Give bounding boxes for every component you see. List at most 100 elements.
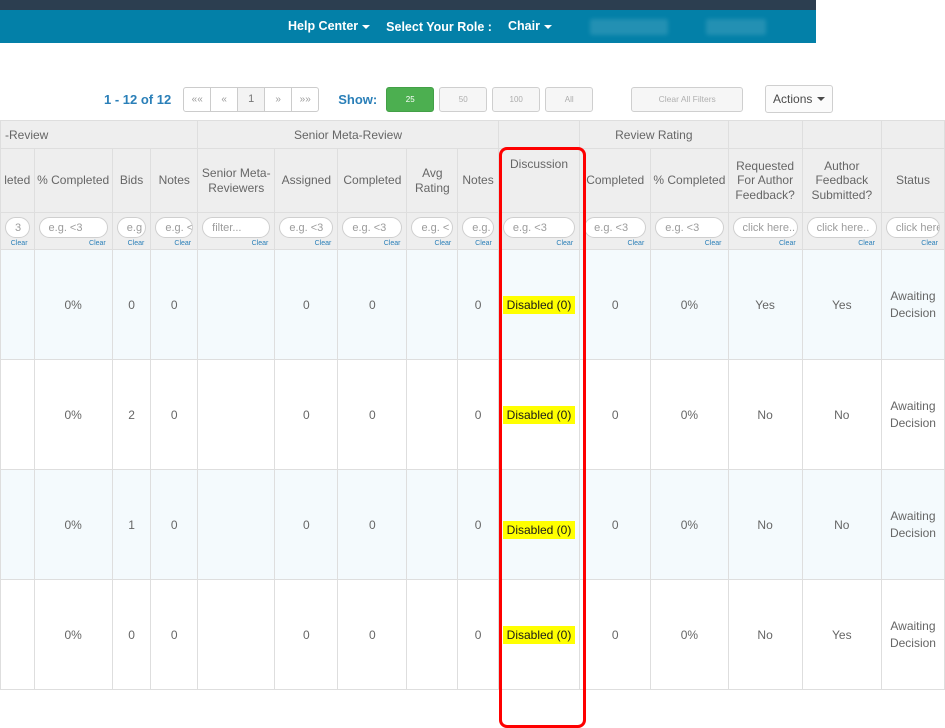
cell-requested-for-author-feedback[interactable]: Yes <box>727 249 803 360</box>
cell-completed-truncated <box>0 359 35 470</box>
pager-first-button[interactable]: «« <box>183 86 212 112</box>
column-header-percent-completed-rating[interactable]: % Completed <box>650 148 729 213</box>
cell-percent-completed-review: 0% <box>33 249 113 360</box>
column-header-completed-rating[interactable]: Completed <box>579 148 652 213</box>
table-row[interactable]: 0% 2 0 0 0 0 Disabled (0) 0 0% No No Awa… <box>0 359 945 470</box>
filter-input-completed-rating[interactable]: e.g. <3 <box>584 217 647 238</box>
filter-input-notes-smr[interactable]: e.g. < <box>462 217 494 238</box>
column-header-discussion[interactable]: Discussion <box>497 148 581 213</box>
redacted-nav-item-1[interactable] <box>589 18 668 35</box>
cell-requested-for-author-feedback[interactable]: No <box>727 469 803 580</box>
filter-input-percent-completed-rating[interactable]: e.g. <3 <box>655 217 724 238</box>
filter-clear-completed-truncated[interactable]: Clear <box>5 240 30 247</box>
cell-assigned[interactable]: 0 <box>274 579 339 690</box>
column-header-assigned[interactable]: Assigned <box>274 148 339 213</box>
table-row[interactable]: 0% 0 0 0 0 0 Disabled (0) 0 0% No Yes Aw… <box>0 579 945 690</box>
filter-input-assigned[interactable]: e.g. <3 <box>279 217 334 238</box>
filter-clear-author-feedback-submitted[interactable]: Clear <box>807 240 877 247</box>
cell-notes-smr[interactable]: 0 <box>457 579 499 690</box>
cell-notes-smr[interactable]: 0 <box>457 249 499 360</box>
column-header-status[interactable]: Status <box>880 148 945 213</box>
help-center-menu[interactable]: Help Center <box>288 20 371 33</box>
filter-clear-percent-completed-rating[interactable]: Clear <box>655 240 723 247</box>
cell-notes-review[interactable]: 0 <box>150 469 199 580</box>
record-count: 1 - 12 of 12 <box>104 91 172 107</box>
filter-clear-notes-smr[interactable]: Clear <box>462 240 494 247</box>
filter-input-bids[interactable]: e.g <box>116 217 147 238</box>
pagination: «« « 1 » »» <box>183 86 320 112</box>
filter-cell-requested-for-author-feedback: click here.. Clear <box>727 212 803 250</box>
filter-clear-status[interactable]: Clear <box>886 240 940 247</box>
filter-clear-completed-smr[interactable]: Clear <box>342 240 402 247</box>
clear-all-filters-button[interactable]: Clear All Filters <box>631 86 744 112</box>
filter-input-completed-truncated[interactable]: 3 <box>5 217 30 238</box>
cell-notes-review[interactable]: 0 <box>150 579 199 690</box>
cell-requested-for-author-feedback[interactable]: No <box>727 579 803 690</box>
cell-notes-smr[interactable]: 0 <box>457 469 499 580</box>
cell-status[interactable]: Awaiting Decision <box>880 579 945 690</box>
filter-row: 3 Clear e.g. <3 Clear e.g Clear e.g. < C… <box>0 212 945 250</box>
cell-notes-review[interactable]: 0 <box>150 249 199 360</box>
cell-assigned[interactable]: 0 <box>274 249 339 360</box>
cell-senior-meta-reviewers <box>197 579 276 690</box>
filter-input-senior-meta-reviewers[interactable]: filter... <box>202 217 271 238</box>
pager-last-button[interactable]: »» <box>291 86 320 112</box>
cell-assigned[interactable]: 0 <box>274 359 339 470</box>
show-label: Show: <box>338 91 378 107</box>
redacted-nav-item-2[interactable] <box>705 18 766 35</box>
filter-clear-completed-rating[interactable]: Clear <box>584 240 646 247</box>
filter-input-requested-for-author-feedback[interactable]: click here.. <box>732 217 798 238</box>
filter-input-avg-rating[interactable]: e.g. < <box>411 217 454 238</box>
role-dropdown[interactable]: Chair <box>508 20 552 33</box>
column-header-completed-smr[interactable]: Completed <box>337 148 408 213</box>
show-100-button[interactable]: 100 <box>492 86 541 112</box>
column-header-author-feedback-submitted[interactable]: Author Feedback Submitted? <box>801 148 882 213</box>
filter-clear-avg-rating[interactable]: Clear <box>411 240 453 247</box>
show-all-button[interactable]: All <box>545 86 594 112</box>
table-row[interactable]: 0% 1 0 0 0 0 Disabled (0) 0 0% No No Awa… <box>0 469 945 580</box>
table-row[interactable]: 0% 0 0 0 0 0 Disabled (0) 0 0% Yes Yes A… <box>0 249 945 360</box>
cell-avg-rating <box>406 359 459 470</box>
pager-prev-button[interactable]: « <box>210 86 239 112</box>
filter-clear-notes-review[interactable]: Clear <box>155 240 193 247</box>
filter-input-author-feedback-submitted[interactable]: click here.. <box>806 217 877 238</box>
column-header-percent-completed-review[interactable]: % Completed <box>33 148 113 213</box>
actions-label: Actions <box>773 92 813 106</box>
pager-next-button[interactable]: » <box>264 86 293 112</box>
column-header-requested-for-author-feedback[interactable]: Requested For Author Feedback? <box>727 148 803 213</box>
cell-assigned[interactable]: 0 <box>274 469 339 580</box>
submissions-table-wrapper: -Review Senior Meta-Review Review Rating… <box>0 120 945 728</box>
filter-clear-bids[interactable]: Clear <box>117 240 147 247</box>
column-header-notes-smr[interactable]: Notes <box>457 148 499 213</box>
filter-clear-discussion[interactable]: Clear <box>503 240 575 247</box>
cell-notes-smr[interactable]: 0 <box>457 359 499 470</box>
column-header-senior-meta-reviewers[interactable]: Senior Meta-Reviewers <box>197 148 276 213</box>
show-50-button[interactable]: 50 <box>439 86 488 112</box>
filter-input-status[interactable]: click here.. <box>885 217 940 238</box>
filter-clear-assigned[interactable]: Clear <box>279 240 333 247</box>
cell-completed-rating: 0 <box>579 469 652 580</box>
cell-status[interactable]: Awaiting Decision <box>880 469 945 580</box>
column-header-completed-truncated[interactable]: leted <box>0 148 35 213</box>
filter-clear-percent-completed-review[interactable]: Clear <box>39 240 108 247</box>
filter-input-completed-smr[interactable]: e.g. <3 <box>342 217 403 238</box>
filter-cell-bids: e.g Clear <box>111 212 152 250</box>
cell-notes-review[interactable]: 0 <box>150 359 199 470</box>
cell-status[interactable]: Awaiting Decision <box>880 249 945 360</box>
filter-clear-senior-meta-reviewers[interactable]: Clear <box>202 240 270 247</box>
show-25-button[interactable]: 25 <box>386 86 435 112</box>
filter-input-discussion[interactable]: e.g. <3 <box>502 217 576 238</box>
table-body: 0% 0 0 0 0 0 Disabled (0) 0 0% Yes Yes A… <box>0 249 945 690</box>
filter-clear-requested-for-author-feedback[interactable]: Clear <box>733 240 798 247</box>
cell-requested-for-author-feedback[interactable]: No <box>727 359 803 470</box>
cell-status[interactable]: Awaiting Decision <box>880 359 945 470</box>
column-header-bids[interactable]: Bids <box>111 148 152 213</box>
column-header-avg-rating[interactable]: Avg Rating <box>406 148 459 213</box>
filter-input-notes-review[interactable]: e.g. < <box>155 217 194 238</box>
filter-input-percent-completed-review[interactable]: e.g. <3 <box>38 217 108 238</box>
filter-cell-percent-completed-rating: e.g. <3 Clear <box>650 212 729 250</box>
column-header-notes-review[interactable]: Notes <box>150 148 199 213</box>
actions-button[interactable]: Actions <box>765 85 834 113</box>
filter-cell-notes-review: e.g. < Clear <box>150 212 199 250</box>
pager-page-1-button[interactable]: 1 <box>237 86 266 112</box>
